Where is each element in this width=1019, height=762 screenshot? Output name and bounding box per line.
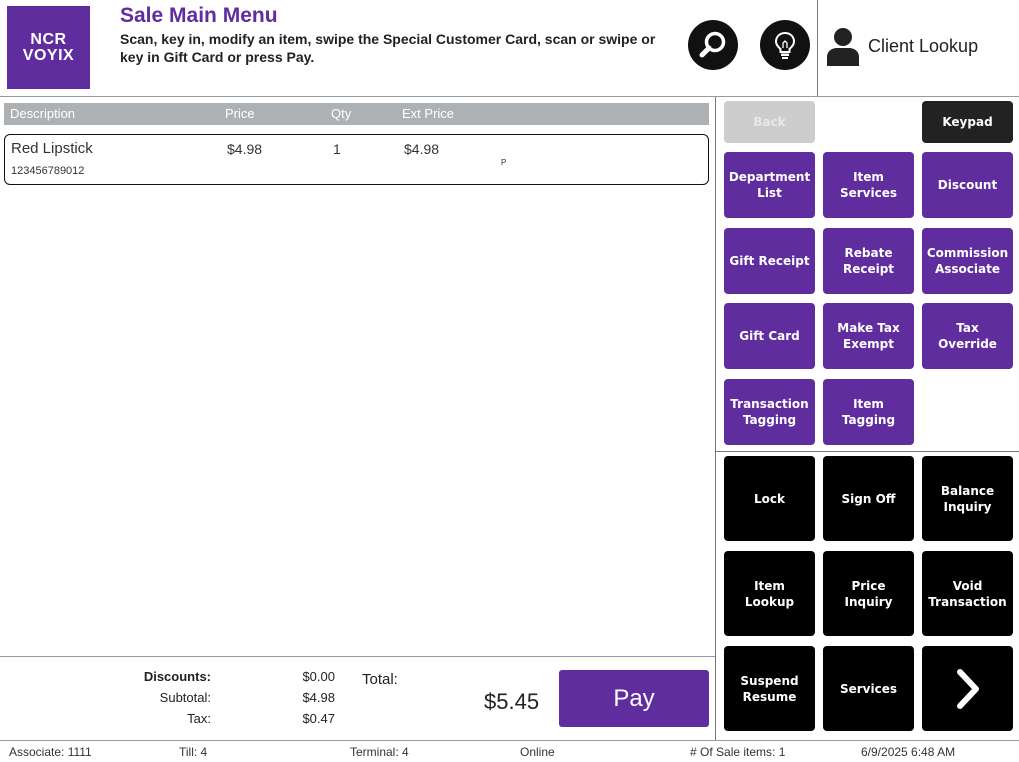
item-description: Red Lipstick [11,140,93,157]
discounts-label: Discounts: [143,669,211,684]
void-transaction-button[interactable]: Void Transaction [922,551,1013,636]
status-till: Till: 4 [179,745,208,759]
item-list: Description Price Qty Ext Price Red Lips… [0,97,715,656]
column-ext-price: Ext Price [402,106,455,121]
button-group-divider [716,451,1019,452]
pay-button[interactable]: Pay [559,670,709,727]
item-qty: 1 [333,141,341,157]
user-icon [827,28,859,66]
discounts-value: $0.00 [302,669,335,684]
column-description: Description [10,106,76,121]
column-price: Price [225,106,255,121]
tax-label: Tax: [187,711,211,726]
header-divider [817,0,818,96]
status-associate: Associate: 1111 [9,745,92,759]
next-page-button[interactable] [922,646,1013,731]
balance-inquiry-button[interactable]: Balance Inquiry [922,456,1013,541]
subtotal-value: $4.98 [302,690,335,705]
item-services-button[interactable]: Item Services [823,152,914,218]
lock-button[interactable]: Lock [724,456,815,541]
search-icon [699,31,726,58]
item-tagging-button[interactable]: Item Tagging [823,379,914,445]
back-button[interactable]: Back [724,101,815,143]
instructions-text: Scan, key in, modify an item, swipe the … [120,31,656,65]
total-value: $5.45 [484,689,540,714]
search-button[interactable] [688,20,738,70]
make-tax-exempt-button[interactable]: Make Tax Exempt [823,303,914,369]
status-sale-items: # Of Sale items: 1 [690,745,786,759]
item-sku: 123456789012 [11,165,85,177]
suspend-resume-button[interactable]: Suspend Resume [724,646,815,731]
tax-value: $0.47 [302,711,335,726]
ncr-voyix-logo: NCR VOYIX [7,6,90,89]
transaction-tagging-button[interactable]: Transaction Tagging [724,379,815,445]
hint-button[interactable] [760,20,810,70]
client-lookup-label: Client Lookup [868,35,979,56]
column-qty: Qty [331,106,352,121]
item-flag: P [501,158,507,167]
totals-panel: Discounts: $0.00 Subtotal: $4.98 Tax: $0… [0,656,715,740]
status-connection: Online [520,745,555,759]
header: NCR VOYIX Sale Main Menu Scan, key in, m… [0,0,1019,97]
services-button[interactable]: Services [823,646,914,731]
status-terminal: Terminal: 4 [350,745,409,759]
price-inquiry-button[interactable]: Price Inquiry [823,551,914,636]
subtotal-label: Subtotal: [159,690,211,705]
discount-button[interactable]: Discount [922,152,1013,218]
lightbulb-icon [774,31,796,59]
logo-text-bottom: VOYIX [22,46,75,64]
commission-associate-button[interactable]: Commission Associate [922,228,1013,294]
total-label: Total: [362,671,398,688]
rebate-receipt-button[interactable]: Rebate Receipt [823,228,914,294]
item-lookup-button[interactable]: Item Lookup [724,551,815,636]
keypad-button[interactable]: Keypad [922,101,1013,143]
status-bar: Associate: 1111 Till: 4 Terminal: 4 Onli… [0,740,1019,762]
department-list-button[interactable]: Department List [724,152,815,218]
table-row[interactable]: Red Lipstick 123456789012 $4.98 1 $4.98 … [4,134,709,185]
sign-off-button[interactable]: Sign Off [823,456,914,541]
column-header: Description Price Qty Ext Price [4,103,709,125]
gift-card-button[interactable]: Gift Card [724,303,815,369]
item-ext-price: $4.98 [404,141,440,157]
client-lookup-button[interactable]: Client Lookup [826,26,978,66]
logo-text-top: NCR [30,30,67,48]
status-datetime: 6/9/2025 6:48 AM [861,745,956,759]
chevron-right-icon [956,668,979,709]
tax-override-button[interactable]: Tax Override [922,303,1013,369]
gift-receipt-button[interactable]: Gift Receipt [724,228,815,294]
panel-divider [715,97,716,740]
item-price: $4.98 [227,141,263,157]
page-title: Sale Main Menu [120,4,278,27]
